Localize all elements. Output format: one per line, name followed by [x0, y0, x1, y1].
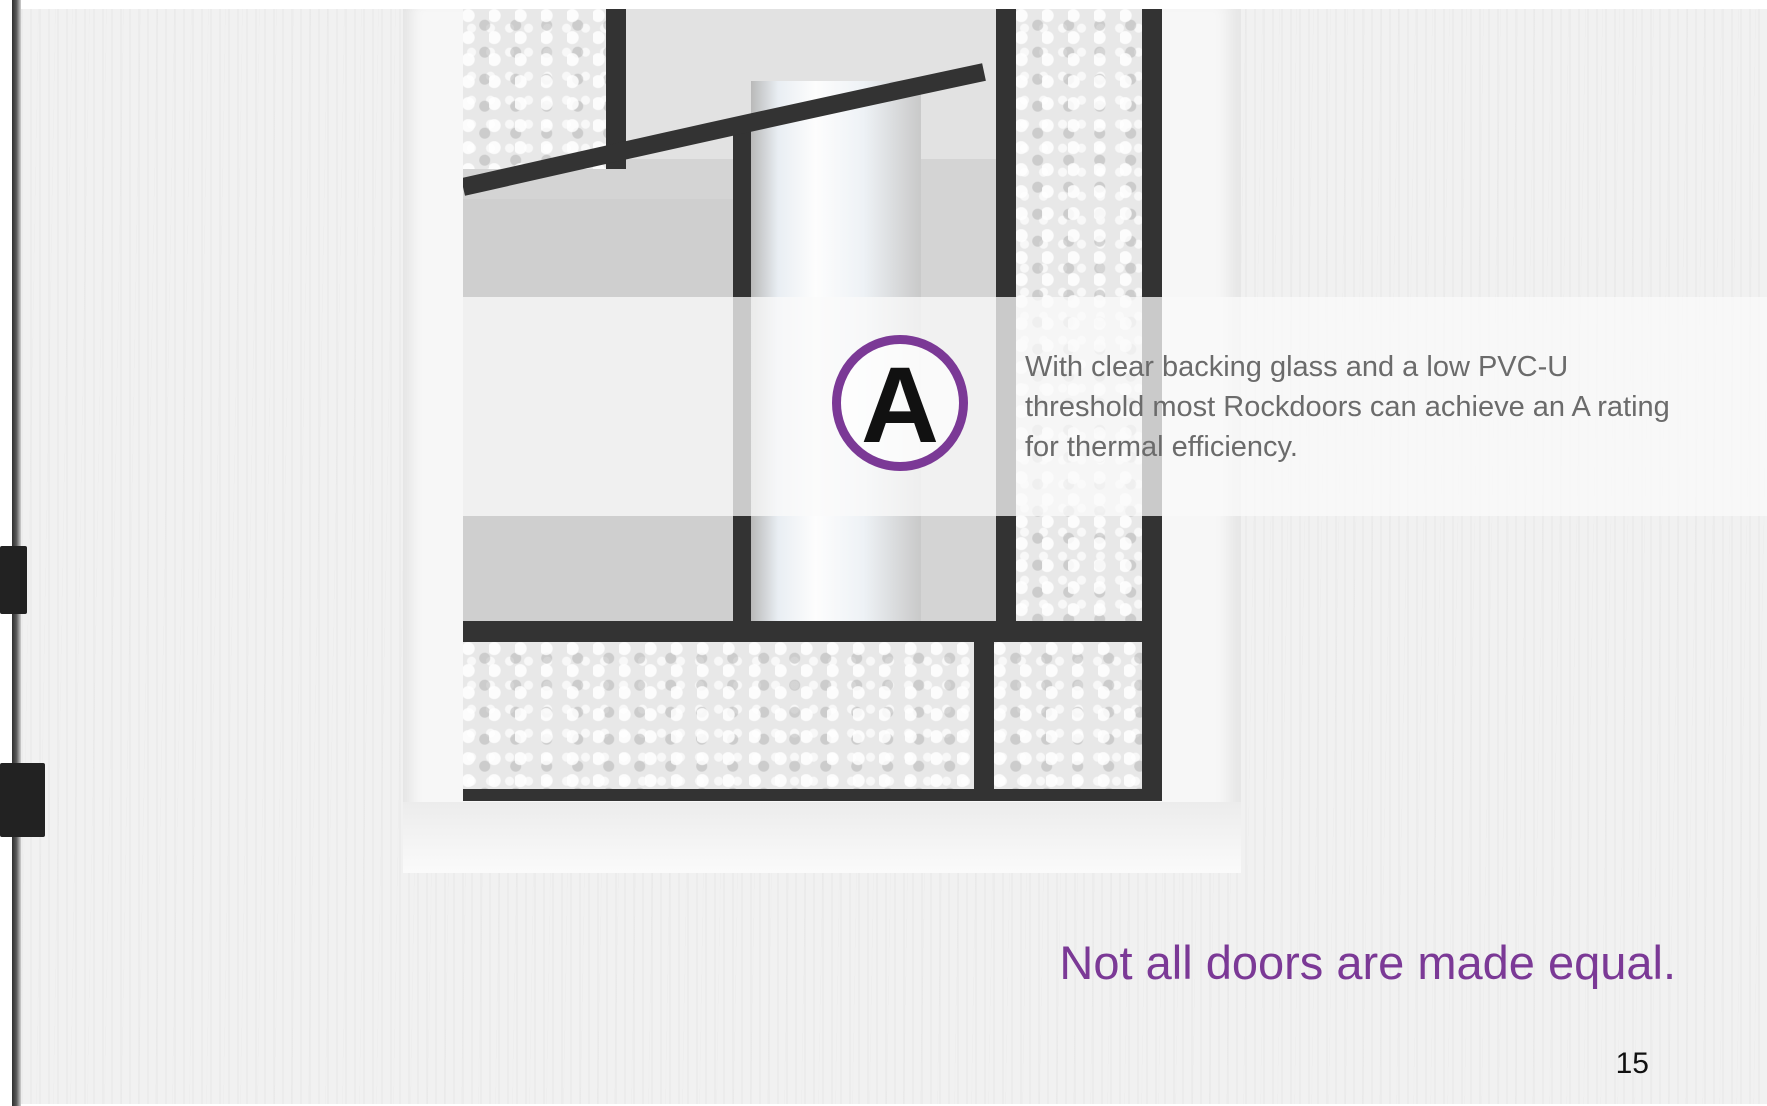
- rating-letter: A: [861, 344, 939, 465]
- door-hinge: [0, 546, 27, 614]
- door-hinge: [0, 763, 45, 837]
- thermal-efficiency-text: With clear backing glass and a low PVC-U…: [1025, 351, 1670, 463]
- page: A With clear backing glass and a low PVC…: [0, 0, 1767, 1106]
- panel-shelf: [403, 802, 1241, 873]
- tagline: Not all doors are made equal.: [1059, 936, 1676, 989]
- page-number: 15: [1615, 1047, 1649, 1080]
- energy-rating-a-icon: A: [832, 335, 968, 471]
